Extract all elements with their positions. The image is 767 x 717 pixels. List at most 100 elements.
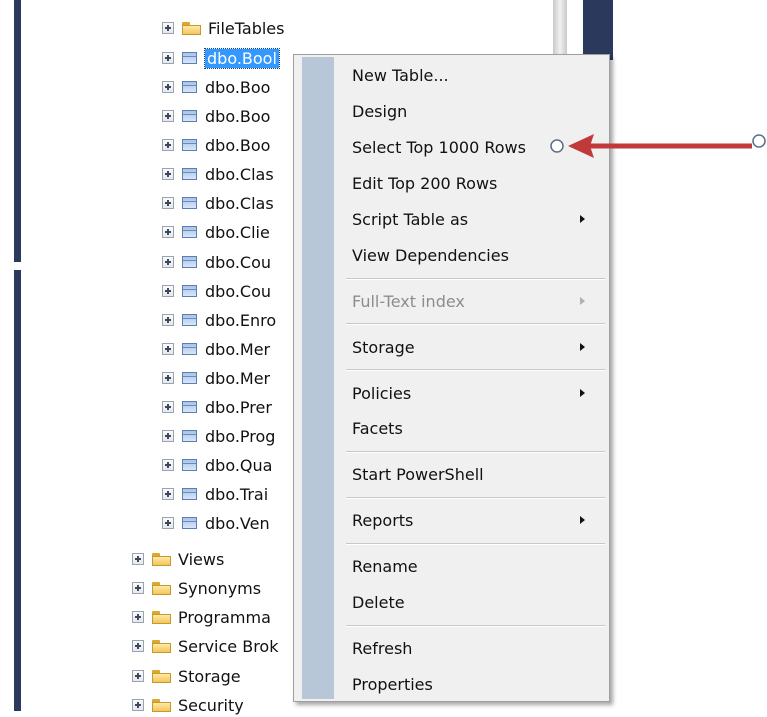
tree-node-label: dbo.Cou xyxy=(205,281,272,301)
tree-node-table[interactable]: dbo.Mer xyxy=(162,366,270,390)
expand-icon[interactable] xyxy=(162,168,174,180)
expand-icon[interactable] xyxy=(132,699,144,711)
tree-node-table[interactable]: dbo.Bool xyxy=(162,46,280,70)
expand-icon[interactable] xyxy=(132,553,144,565)
menu-item-view-dependencies[interactable]: View Dependencies xyxy=(352,241,601,269)
scrollbar[interactable] xyxy=(553,0,567,54)
menu-item-refresh[interactable]: Refresh xyxy=(352,634,601,662)
folder-icon xyxy=(152,669,171,683)
menu-item-label: Refresh xyxy=(352,638,413,658)
tree-node-label: dbo.Clas xyxy=(205,164,274,184)
tree-node-table[interactable]: dbo.Cou xyxy=(162,279,271,303)
expand-icon[interactable] xyxy=(162,488,174,500)
tree-node-label: dbo.Mer xyxy=(205,368,271,388)
menu-item-select-top-rows[interactable]: Select Top 1000 Rows xyxy=(352,133,601,161)
tree-node-table[interactable]: dbo.Clas xyxy=(162,162,274,186)
menu-item-label: Storage xyxy=(352,337,415,357)
tree-node-table[interactable]: dbo.Trai xyxy=(162,482,268,506)
expand-icon[interactable] xyxy=(132,640,144,652)
expand-icon[interactable] xyxy=(162,226,174,238)
expand-icon[interactable] xyxy=(162,139,174,151)
submenu-arrow-icon xyxy=(580,343,585,351)
expand-icon[interactable] xyxy=(132,611,144,623)
menu-item-storage[interactable]: Storage xyxy=(352,333,601,361)
menu-item-properties[interactable]: Properties xyxy=(352,670,601,698)
tree-node-table[interactable]: dbo.Clie xyxy=(162,220,270,244)
menu-separator xyxy=(346,543,605,545)
tree-node-table[interactable]: dbo.Enro xyxy=(162,308,276,332)
tree-node-label: dbo.Boo xyxy=(205,77,271,97)
expand-icon[interactable] xyxy=(162,517,174,529)
expand-icon[interactable] xyxy=(162,401,174,413)
table-icon xyxy=(182,197,197,209)
menu-item-design[interactable]: Design xyxy=(352,97,601,125)
folder-icon xyxy=(152,610,171,624)
tree-node-label: Programma xyxy=(178,607,271,627)
menu-item-edit-top-rows[interactable]: Edit Top 200 Rows xyxy=(352,169,601,197)
submenu-arrow-icon xyxy=(580,215,585,223)
expand-icon[interactable] xyxy=(162,81,174,93)
menu-item-start-powershell[interactable]: Start PowerShell xyxy=(352,460,601,488)
menu-item-reports[interactable]: Reports xyxy=(352,506,601,534)
expand-icon[interactable] xyxy=(162,285,174,297)
expand-icon[interactable] xyxy=(162,52,174,64)
tree-node-filetables[interactable]: FileTables xyxy=(162,16,284,40)
menu-item-label: Properties xyxy=(352,674,433,694)
window-edge xyxy=(583,0,613,60)
menu-item-label: Full-Text index xyxy=(352,291,465,311)
tree-node-table[interactable]: dbo.Boo xyxy=(162,133,270,157)
expand-icon[interactable] xyxy=(162,314,174,326)
menu-item-label: Script Table as xyxy=(352,209,469,229)
tree-node-programmability[interactable]: Programma xyxy=(132,605,271,629)
table-icon xyxy=(182,488,197,500)
menu-item-delete[interactable]: Delete xyxy=(352,588,601,616)
table-icon xyxy=(182,372,197,384)
table-icon xyxy=(182,110,197,122)
tree-node-label: dbo.Prer xyxy=(205,397,272,417)
tree-node-table[interactable]: dbo.Prer xyxy=(162,395,272,419)
menu-item-label: Select Top 1000 Rows xyxy=(352,137,526,157)
menu-item-label: Rename xyxy=(352,556,418,576)
tree-node-storage[interactable]: Storage xyxy=(132,664,241,688)
tree-node-security[interactable]: Security xyxy=(132,693,244,717)
expand-icon[interactable] xyxy=(162,430,174,442)
tree-node-views[interactable]: Views xyxy=(132,547,224,571)
tree-node-service-broker[interactable]: Service Brok xyxy=(132,634,278,658)
tree-node-synonyms[interactable]: Synonyms xyxy=(132,576,261,600)
menu-item-new-table[interactable]: New Table... xyxy=(352,61,601,89)
expand-icon[interactable] xyxy=(162,197,174,209)
folder-icon xyxy=(152,698,171,712)
expand-icon[interactable] xyxy=(162,22,174,34)
tree-node-table[interactable]: dbo.Prog xyxy=(162,424,275,448)
expand-icon[interactable] xyxy=(162,459,174,471)
tree-node-table[interactable]: dbo.Ven xyxy=(162,511,270,535)
tree-node-label: Views xyxy=(178,549,225,569)
menu-item-rename[interactable]: Rename xyxy=(352,552,601,580)
tree-node-table[interactable]: dbo.Mer xyxy=(162,337,270,361)
tree-node-label: dbo.Ven xyxy=(205,513,270,533)
menu-item-facets[interactable]: Facets xyxy=(352,414,601,442)
submenu-arrow-icon xyxy=(580,297,585,305)
tree-node-label: dbo.Boo xyxy=(205,106,271,126)
menu-separator xyxy=(346,369,605,371)
tree-node-table[interactable]: dbo.Cou xyxy=(162,250,271,274)
menu-item-policies[interactable]: Policies xyxy=(352,379,601,407)
menu-item-script-table-as[interactable]: Script Table as xyxy=(352,205,601,233)
menu-separator xyxy=(346,278,605,280)
expand-icon[interactable] xyxy=(162,110,174,122)
tree-node-label: dbo.Mer xyxy=(205,339,271,359)
tree-node-label: dbo.Qua xyxy=(205,455,273,475)
expand-icon[interactable] xyxy=(162,343,174,355)
tree-node-table[interactable]: dbo.Boo xyxy=(162,104,270,128)
menu-item-label: Policies xyxy=(352,383,412,403)
expand-icon[interactable] xyxy=(162,256,174,268)
expand-icon[interactable] xyxy=(162,372,174,384)
tree-node-table[interactable]: dbo.Boo xyxy=(162,75,270,99)
tree-node-label: Service Brok xyxy=(178,636,279,656)
table-icon xyxy=(182,285,197,297)
expand-icon[interactable] xyxy=(132,582,144,594)
tree-node-label: Synonyms xyxy=(178,578,262,598)
expand-icon[interactable] xyxy=(132,670,144,682)
tree-node-table[interactable]: dbo.Qua xyxy=(162,453,272,477)
tree-node-table[interactable]: dbo.Clas xyxy=(162,191,274,215)
